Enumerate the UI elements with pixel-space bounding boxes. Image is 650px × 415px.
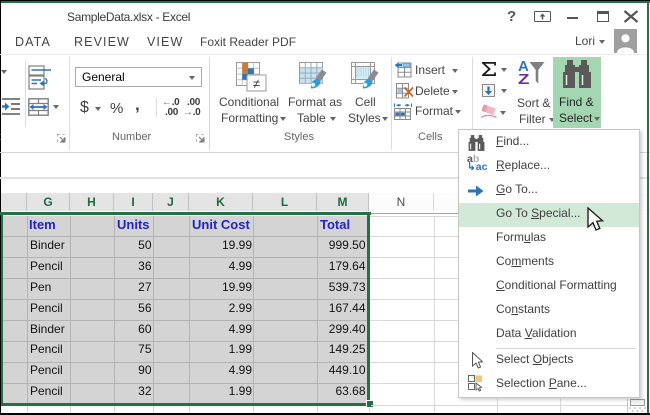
svg-text:≠: ≠ [253, 76, 260, 91]
